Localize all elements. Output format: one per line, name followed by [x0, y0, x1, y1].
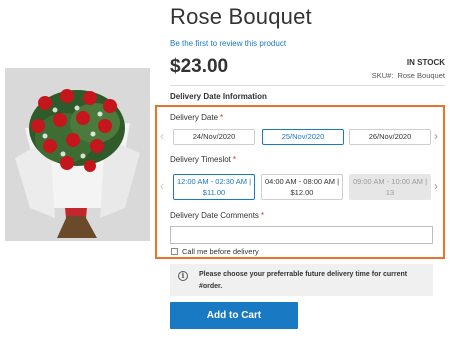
- comments-label-text: Delivery Date Comments: [170, 211, 259, 220]
- required-mark: *: [220, 113, 224, 122]
- timeslot-time: 12:00 AM - 02:30 AM |: [176, 177, 252, 186]
- chevron-right-icon[interactable]: ›: [434, 130, 438, 142]
- timeslot-label: Delivery Timeslot *: [170, 155, 236, 164]
- timeslot-label-text: Delivery Timeslot: [170, 155, 231, 164]
- date-option[interactable]: 26/Nov/2020: [349, 129, 431, 145]
- chevron-right-icon[interactable]: ›: [434, 180, 438, 192]
- chevron-left-icon[interactable]: ‹: [160, 180, 164, 192]
- date-option-selected[interactable]: 25/Nov/2020: [262, 129, 344, 145]
- delivery-section-title: Delivery Date Information: [170, 92, 267, 101]
- timeslot-price: $12.00: [290, 188, 314, 197]
- add-to-cart-button[interactable]: Add to Cart: [170, 302, 298, 329]
- delivery-comments-textarea[interactable]: [170, 226, 433, 244]
- review-link[interactable]: Be the first to review this product: [170, 39, 286, 48]
- timeslot-option[interactable]: 04:00 AM - 08:00 AM | $12.00: [261, 174, 343, 200]
- product-title: Rose Bouquet: [170, 4, 312, 29]
- delivery-date-label-text: Delivery Date: [170, 113, 219, 122]
- timeslot-time: 09:00 AM - 10:00 AM |: [352, 177, 428, 186]
- sku-value: Rose Bouquet: [397, 71, 445, 80]
- info-icon: i: [178, 271, 188, 281]
- timeslot-option-disabled: 09:00 AM - 10:00 AM | 13: [349, 174, 431, 200]
- call-me-checkbox[interactable]: [171, 248, 178, 255]
- product-sku: SKU#: Rose Bouquet: [372, 71, 445, 80]
- timeslot-time: 04:00 AM - 08:00 AM |: [264, 177, 340, 186]
- timeslot-price: $11.00: [202, 188, 226, 197]
- timeslot-price: 13: [385, 188, 395, 197]
- chevron-left-icon[interactable]: ‹: [160, 130, 164, 142]
- date-option[interactable]: 24/Nov/2020: [173, 129, 255, 145]
- timeslot-option-selected[interactable]: 12:00 AM - 02:30 AM | $11.00: [173, 174, 255, 200]
- stock-status: IN STOCK: [406, 58, 445, 67]
- product-image: [5, 68, 150, 241]
- call-me-label: Call me before delivery: [182, 247, 259, 256]
- delivery-date-label: Delivery Date *: [170, 113, 223, 122]
- required-mark: *: [260, 211, 265, 220]
- required-mark: *: [232, 155, 237, 164]
- divider: [170, 85, 445, 86]
- sku-label: SKU#:: [371, 71, 394, 80]
- comments-label: Delivery Date Comments *: [170, 211, 264, 220]
- product-price: $23.00: [170, 56, 229, 77]
- notice-text: Please choose your preferrable future de…: [199, 271, 408, 290]
